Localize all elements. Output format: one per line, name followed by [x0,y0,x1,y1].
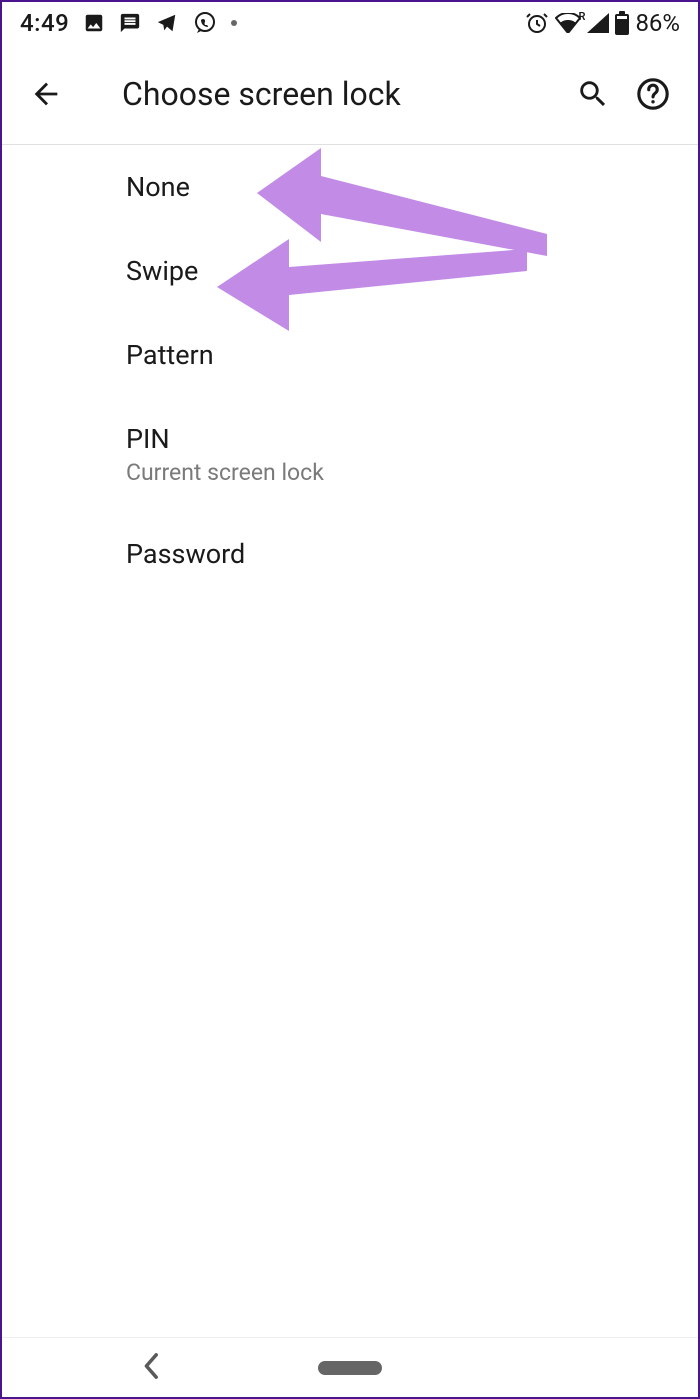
message-icon [119,12,141,34]
telegram-icon [155,12,179,34]
app-bar: Choose screen lock [2,44,698,144]
status-bar: 4:49 R 86% [2,2,698,44]
more-notifications-dot [231,20,237,26]
option-password[interactable]: Password [126,512,668,596]
nav-home-pill[interactable] [318,1361,382,1375]
option-pin[interactable]: PIN Current screen lock [126,397,668,512]
search-button[interactable] [563,64,623,124]
page-title: Choose screen lock [122,75,563,113]
option-sublabel: Current screen lock [126,459,668,486]
lock-options-list: None Swipe Pattern PIN Current screen lo… [2,145,698,596]
whatsapp-icon [193,11,217,35]
option-label: Password [126,538,668,570]
option-pattern[interactable]: Pattern [126,313,668,397]
battery-percentage: 86% [635,9,680,37]
wifi-icon: R [555,13,581,33]
option-none[interactable]: None [126,145,668,229]
back-button[interactable] [26,74,66,114]
signal-icon [587,13,609,33]
alarm-icon [525,11,549,35]
navigation-bar [2,1337,698,1397]
option-label: Pattern [126,339,668,371]
option-label: None [126,171,668,203]
roaming-badge: R [578,10,585,23]
option-swipe[interactable]: Swipe [126,229,668,313]
help-button[interactable] [623,64,683,124]
nav-back-button[interactable] [142,1352,162,1384]
option-label: PIN [126,423,668,455]
status-time: 4:49 [20,9,69,37]
image-icon [83,12,105,34]
battery-icon [615,11,629,35]
option-label: Swipe [126,255,668,287]
